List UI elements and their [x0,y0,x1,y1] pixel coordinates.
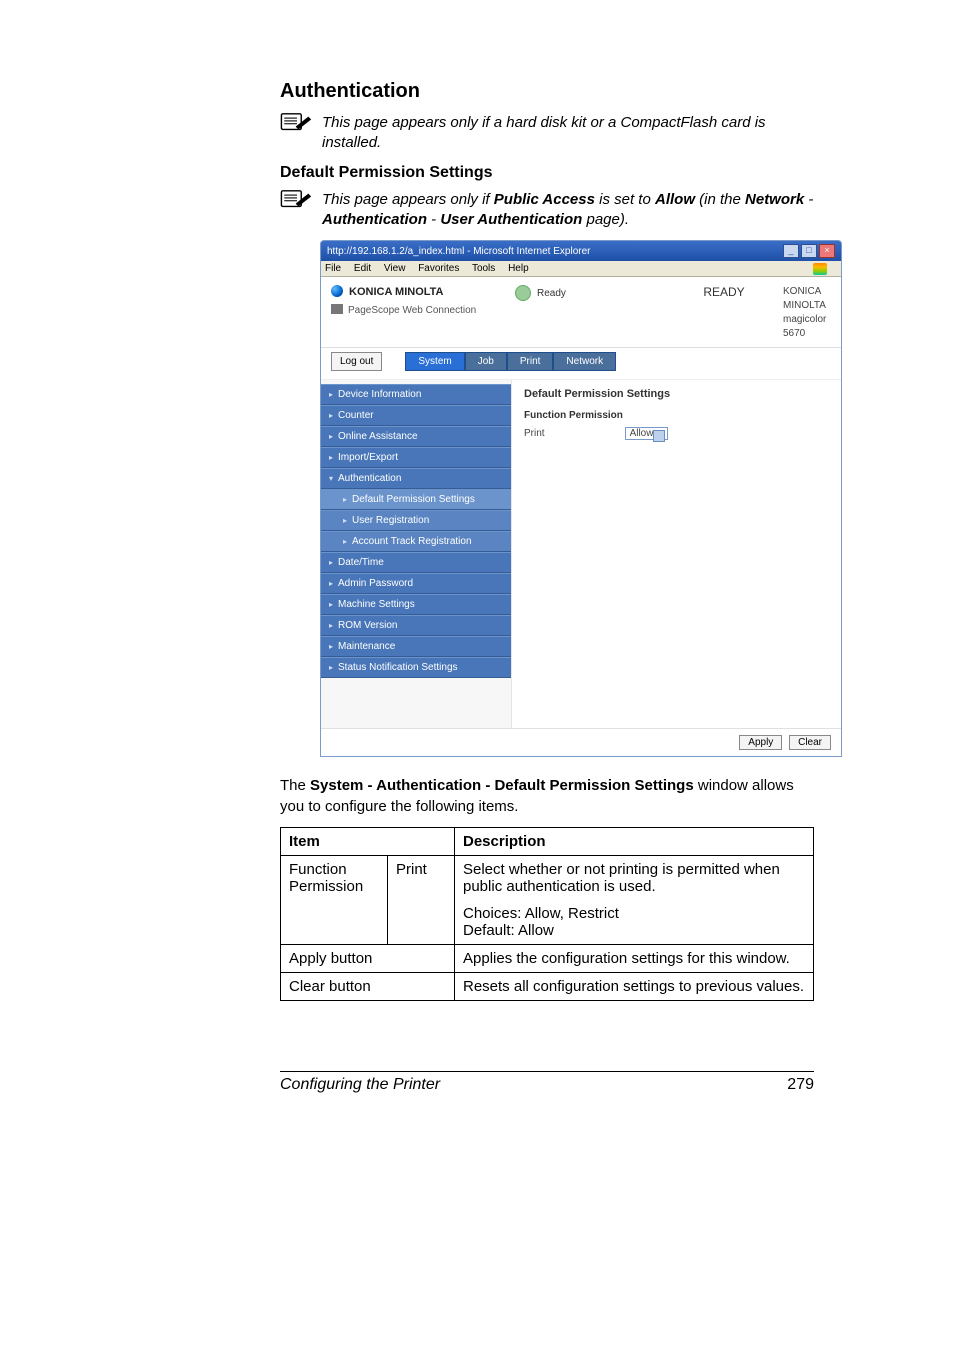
screenshot: http://192.168.1.2/a_index.html - Micros… [320,240,842,757]
cell-clear-btn: Clear button [281,973,455,1001]
tab-system[interactable]: System [405,352,464,371]
maximize-icon[interactable]: □ [801,244,817,258]
minimize-icon[interactable]: _ [783,244,799,258]
th-item: Item [281,828,455,856]
nav-status-notify[interactable]: Status Notification Settings [321,657,511,678]
content-pane: Default Permission Settings Function Per… [512,380,841,728]
note-icon [280,188,314,209]
menu-favorites[interactable]: Favorites [418,263,459,274]
content-title: Default Permission Settings [524,388,829,400]
ie-menubar: File Edit View Favorites Tools Help [321,261,841,277]
nav-online-assist[interactable]: Online Assistance [321,426,511,447]
section-title: Authentication [280,80,814,103]
status-ready-big: READY [679,285,769,299]
nav-default-perm[interactable]: Default Permission Settings [321,489,511,510]
nav-rom-version[interactable]: ROM Version [321,615,511,636]
status-ready: Ready [515,285,665,301]
page-number: 279 [787,1076,814,1094]
tab-job[interactable]: Job [465,352,507,371]
nav-datetime[interactable]: Date/Time [321,552,511,573]
intro-paragraph: The System - Authentication - Default Pe… [280,775,814,817]
nav-import-export[interactable]: Import/Export [321,447,511,468]
menu-edit[interactable]: Edit [354,263,371,274]
apply-button[interactable]: Apply [739,735,782,750]
cell-apply-btn: Apply button [281,945,455,973]
th-description: Description [455,828,814,856]
app-header: KONICA MINOLTA PageScope Web Connection … [321,277,841,348]
nav-admin-pw[interactable]: Admin Password [321,573,511,594]
note-2: This page appears only if Public Access … [280,188,814,231]
ie-titlebar: http://192.168.1.2/a_index.html - Micros… [321,241,841,261]
close-icon[interactable]: × [819,244,835,258]
content-subtitle: Function Permission [524,410,829,421]
ie-title-text: http://192.168.1.2/a_index.html - Micros… [327,246,590,257]
app-footer: Apply Clear [321,728,841,756]
brand-name: KONICA MINOLTA [331,285,501,298]
cell-func-perm: Function Permission [281,856,388,945]
cell-func-perm-desc: Select whether or not printing is permit… [455,856,814,945]
subsection-title: Default Permission Settings [280,164,814,182]
nav-device-info[interactable]: Device Information [321,384,511,405]
note-1-text: This page appears only if a hard disk ki… [322,111,814,154]
note-icon [280,111,314,132]
nav-machine-settings[interactable]: Machine Settings [321,594,511,615]
main-tabs: System Job Print Network [405,352,616,371]
side-nav: Device Information Counter Online Assist… [321,380,512,728]
note-2-text: This page appears only if Public Access … [322,188,814,231]
menu-tools[interactable]: Tools [472,263,495,274]
page-footer: Configuring the Printer 279 [280,1071,814,1094]
menu-file[interactable]: File [325,263,341,274]
settings-table: Item Description Function Permission Pri… [280,827,814,1001]
print-permission-select[interactable]: Allow [625,427,669,440]
tab-print[interactable]: Print [507,352,554,371]
device-info: KONICA MINOLTA magicolor 5670 [783,285,831,341]
brand-sub: PageScope Web Connection [331,304,501,316]
cell-apply-desc: Applies the configuration settings for t… [455,945,814,973]
clear-button[interactable]: Clear [789,735,831,750]
menu-view[interactable]: View [384,263,406,274]
footer-title: Configuring the Printer [280,1076,440,1094]
logout-button[interactable]: Log out [331,352,382,371]
note-1: This page appears only if a hard disk ki… [280,111,814,154]
field-label-print: Print [524,428,545,439]
nav-account-track[interactable]: Account Track Registration [321,531,511,552]
nav-user-reg[interactable]: User Registration [321,510,511,531]
nav-maintenance[interactable]: Maintenance [321,636,511,657]
nav-counter[interactable]: Counter [321,405,511,426]
ie-logo-icon [813,263,827,275]
cell-print: Print [388,856,455,945]
tab-network[interactable]: Network [553,352,616,371]
menu-help[interactable]: Help [508,263,529,274]
nav-authentication[interactable]: Authentication [321,468,511,489]
cell-clear-desc: Resets all configuration settings to pre… [455,973,814,1001]
